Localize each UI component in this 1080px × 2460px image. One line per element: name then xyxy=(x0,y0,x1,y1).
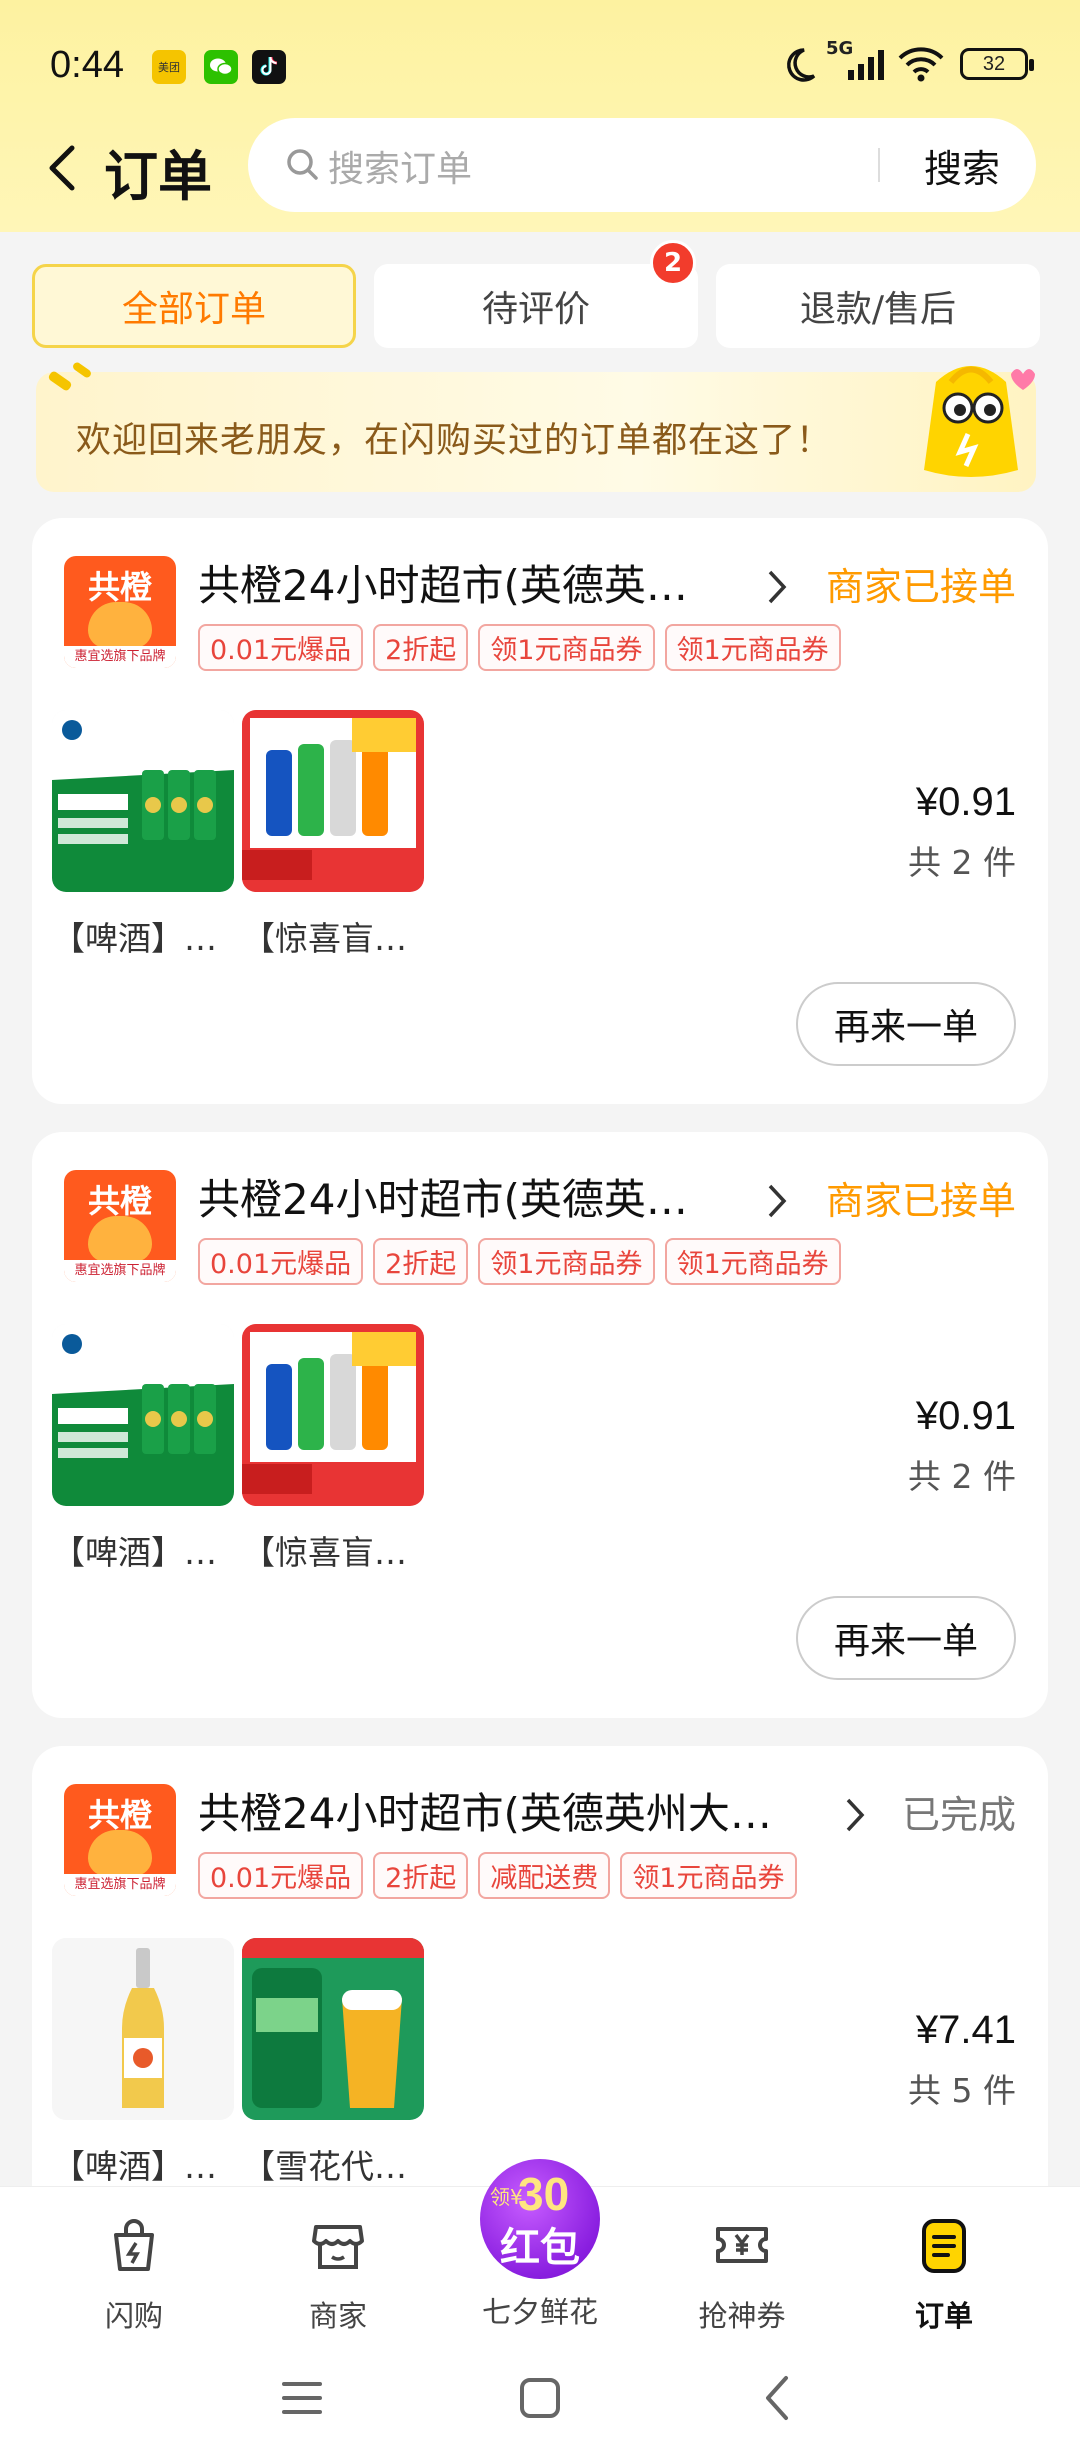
promo-tag: 2折起 xyxy=(373,1852,469,1899)
cellular-signal-icon: 5G xyxy=(826,38,896,84)
order-icon xyxy=(922,2219,966,2273)
douyin-app-icon xyxy=(252,50,286,84)
promo-tag: 0.01元爆品 xyxy=(198,1852,364,1899)
product-image-beer-bottle[interactable] xyxy=(52,1938,234,2120)
order-status: 商家已接单 xyxy=(825,1179,1016,1223)
reorder-button[interactable]: 再来一单 xyxy=(796,982,1016,1066)
tab-orders[interactable]: 订单 xyxy=(864,2213,1024,2335)
tab-merchants[interactable]: 商家 xyxy=(258,2213,418,2335)
shop-tags: 0.01元爆品 2折起 领1元商品券 领1元商品券 xyxy=(198,1238,851,1285)
mascot-icon xyxy=(924,366,1035,477)
chevron-right-icon[interactable] xyxy=(844,1796,866,1834)
moon-icon xyxy=(787,48,816,82)
order-price: ¥0.91 xyxy=(915,1394,1016,1438)
promo-tag: 0.01元爆品 xyxy=(198,624,364,671)
status-bar: 0:44 美团 5G 32 xyxy=(0,0,1080,130)
shop-name[interactable]: 共橙24小时超市(英德英… xyxy=(198,1166,718,1227)
promo-tag: 领1元商品券 xyxy=(664,624,841,671)
tab-all-orders[interactable]: 全部订单 xyxy=(32,264,356,348)
home-icon[interactable] xyxy=(518,2376,562,2420)
product-name: 【啤酒】… xyxy=(52,919,217,958)
promo-tag: 领1元商品券 xyxy=(664,1238,841,1285)
promo-tag: 领1元商品券 xyxy=(478,624,655,671)
shop-logo: 共橙 惠宜选旗下品牌 xyxy=(64,1784,176,1896)
product-image-soda[interactable] xyxy=(242,1324,424,1506)
product-image-beer[interactable] xyxy=(52,710,234,892)
chevron-right-icon[interactable] xyxy=(766,568,788,606)
shop-tags: 0.01元爆品 2折起 减配送费 领1元商品券 xyxy=(198,1852,807,1899)
search-input[interactable]: 搜索订单 xyxy=(328,140,472,192)
item-count: 共 2 件 xyxy=(908,843,1016,882)
back-arrow-icon[interactable] xyxy=(40,136,90,200)
welcome-banner: 欢迎回来老朋友，在闪购买过的订单都在这了！ xyxy=(36,362,1036,492)
shop-name[interactable]: 共橙24小时超市(英德英州大… xyxy=(198,1780,818,1841)
status-right-icons: 5G 32 xyxy=(780,38,1034,84)
store-icon xyxy=(312,2225,364,2269)
tab-refund[interactable]: 退款/售后 xyxy=(716,264,1040,348)
item-count: 共 5 件 xyxy=(908,2071,1016,2110)
promo-tag: 领1元商品券 xyxy=(478,1238,655,1285)
order-status: 已完成 xyxy=(901,1793,1016,1837)
order-tabs: 全部订单 待评价 2 退款/售后 xyxy=(32,240,1040,350)
nav-bar: 订单 搜索订单 搜索 xyxy=(0,118,1080,218)
sparkle-icon xyxy=(48,362,91,391)
wechat-app-icon xyxy=(204,50,238,84)
red-packet-icon[interactable]: 领¥ 30 红包 xyxy=(480,2159,600,2279)
product-image-soda[interactable] xyxy=(242,710,424,892)
promo-tag: 领1元商品券 xyxy=(620,1852,797,1899)
back-icon[interactable] xyxy=(760,2374,796,2422)
review-count-badge: 2 xyxy=(650,240,696,286)
tab-to-review[interactable]: 待评价 xyxy=(374,264,698,348)
welcome-text: 欢迎回来老朋友，在闪购买过的订单都在这了！ xyxy=(76,421,833,461)
tab-label: 退款/售后 xyxy=(799,289,957,330)
order-list-screen: 0:44 美团 5G 32 订单 搜索订单 搜索 全部订单 待评价 2 退款/售… xyxy=(0,0,1080,2460)
product-image-snow-beer[interactable] xyxy=(242,1938,424,2120)
product-name: 【雪花代… xyxy=(242,2147,407,2186)
shop-logo: 共橙 惠宜选旗下品牌 xyxy=(64,556,176,668)
tab-coupons[interactable]: 抢神券 xyxy=(662,2213,822,2335)
product-name: 【啤酒】… xyxy=(52,1533,217,1572)
product-image-beer[interactable] xyxy=(52,1324,234,1506)
meituan-app-icon: 美团 xyxy=(152,50,186,84)
tab-label: 商家 xyxy=(308,2299,367,2333)
promo-tag: 0.01元爆品 xyxy=(198,1238,364,1285)
search-icon xyxy=(287,149,318,180)
status-time: 0:44 xyxy=(50,44,124,86)
order-status: 商家已接单 xyxy=(825,565,1016,609)
search-button[interactable]: 搜索 xyxy=(924,138,1000,193)
order-price: ¥0.91 xyxy=(915,780,1016,824)
battery-icon: 32 xyxy=(960,48,1034,80)
coupon-icon xyxy=(716,2227,768,2263)
promo-tag: 2折起 xyxy=(373,624,469,671)
shop-logo: 共橙 惠宜选旗下品牌 xyxy=(64,1170,176,1282)
search-box[interactable]: 搜索订单 搜索 xyxy=(248,118,1036,212)
tab-label: 七夕鲜花 xyxy=(481,2295,598,2329)
product-name: 【啤酒】… xyxy=(52,2147,217,2186)
promo-tag: 减配送费 xyxy=(478,1852,611,1899)
product-name: 【惊喜盲… xyxy=(242,919,407,958)
order-card[interactable]: 共橙 惠宜选旗下品牌 共橙24小时超市(英德英… 商家已接单 0.01元爆品 2折… xyxy=(32,1132,1048,1718)
tab-label: 订单 xyxy=(914,2299,973,2333)
promo-tag: 2折起 xyxy=(373,1238,469,1285)
shop-name[interactable]: 共橙24小时超市(英德英… xyxy=(198,552,718,613)
bag-icon xyxy=(114,2219,154,2271)
tab-label: 抢神券 xyxy=(698,2299,786,2333)
tab-label: 待评价 xyxy=(481,289,590,330)
item-count: 共 2 件 xyxy=(908,1457,1016,1496)
shop-tags: 0.01元爆品 2折起 领1元商品券 领1元商品券 xyxy=(198,624,851,671)
search-divider xyxy=(878,148,880,182)
product-name: 【惊喜盲… xyxy=(242,1533,407,1572)
system-nav-bar xyxy=(0,2368,1080,2428)
tab-label: 全部订单 xyxy=(121,289,266,330)
tab-shangou[interactable]: 闪购 xyxy=(54,2213,214,2335)
header: 0:44 美团 5G 32 订单 搜索订单 搜索 xyxy=(0,0,1080,232)
menu-icon[interactable] xyxy=(280,2378,324,2418)
order-card[interactable]: 共橙 惠宜选旗下品牌 共橙24小时超市(英德英… 商家已接单 0.01元爆品 2折… xyxy=(32,518,1048,1104)
wifi-icon xyxy=(898,47,944,82)
page-title: 订单 xyxy=(104,145,212,208)
tab-label: 闪购 xyxy=(104,2299,163,2333)
order-price: ¥7.41 xyxy=(915,2008,1016,2052)
chevron-right-icon[interactable] xyxy=(766,1182,788,1220)
reorder-button[interactable]: 再来一单 xyxy=(796,1596,1016,1680)
